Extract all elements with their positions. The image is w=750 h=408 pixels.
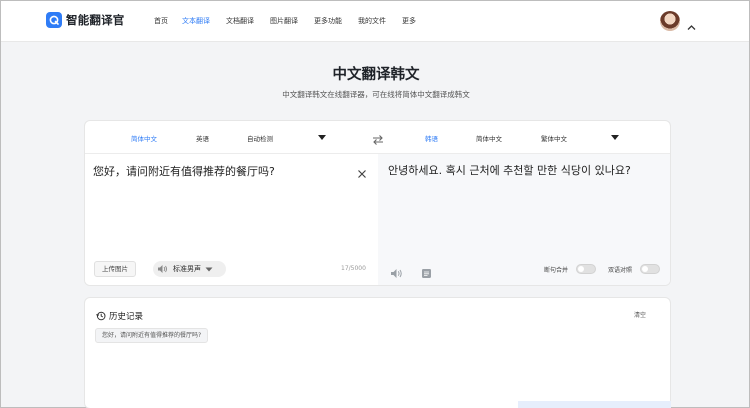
target-lang-simplified-chinese[interactable]: 简体中文 [476, 133, 502, 143]
source-lang-simplified-chinese[interactable]: 简体中文 [131, 133, 157, 143]
history-item[interactable]: 您好，请问附近有值得推荐的餐厅吗? [95, 328, 209, 343]
history-panel: 历史记录 清空 您好，请问附近有值得推荐的餐厅吗? [84, 297, 671, 408]
source-text-input[interactable]: 您好，请问附近有值得推荐的餐厅吗? [93, 163, 275, 179]
logo-icon [46, 12, 62, 28]
brand-name: 智能翻译官 [66, 13, 125, 27]
close-icon[interactable] [357, 164, 367, 183]
target-lang-dropdown-icon[interactable] [611, 135, 619, 140]
target-lang-korean[interactable]: 韩语 [425, 133, 438, 143]
source-pane[interactable]: 您好，请问附近有值得推荐的餐厅吗? 上传图片 标准男声 17/5000 [85, 154, 378, 285]
char-count: 17/5000 [341, 265, 366, 272]
copy-icon[interactable] [421, 264, 432, 283]
nav-text-translate[interactable]: 文本翻译 [182, 16, 210, 26]
main-nav: 首页 文本翻译 文档翻译 图片翻译 更多功能 我的文件 更多 [154, 16, 416, 26]
top-navbar: 智能翻译官 首页 文本翻译 文档翻译 图片翻译 更多功能 我的文件 更多 [1, 1, 749, 42]
page-title: 中文翻译韩文 [332, 67, 420, 83]
nav-document-translate[interactable]: 文档翻译 [226, 16, 254, 26]
speaker-icon[interactable] [390, 264, 403, 283]
brand-logo[interactable]: 智能翻译官 [46, 12, 125, 28]
chevron-down-icon [205, 267, 213, 272]
bottom-banner [518, 401, 671, 408]
source-lang-auto-detect[interactable]: 自动检测 [247, 133, 273, 143]
bilingual-toggle[interactable] [640, 264, 660, 274]
clear-history-button[interactable]: 清空 [634, 310, 646, 319]
target-pane: 안녕하세요. 혹시 근처에 추천할 만한 식당이 있나요? 断句合并 双语对照 [378, 154, 670, 285]
nav-image-translate[interactable]: 图片翻译 [270, 16, 298, 26]
history-icon [96, 311, 106, 321]
translation-output: 안녕하세요. 혹시 근처에 추천할 만한 식당이 있나요? [388, 164, 631, 177]
nav-home[interactable]: 首页 [154, 16, 168, 26]
voice-select-label: 标准男声 [173, 265, 201, 273]
chevron-up-icon[interactable] [687, 16, 696, 35]
source-lang-english[interactable]: 英语 [196, 133, 209, 143]
nav-my-files[interactable]: 我的文件 [358, 16, 386, 26]
sentence-merge-toggle[interactable] [576, 264, 596, 274]
language-bar: 简体中文 英语 自动检测 韩语 简体中文 繁体中文 [85, 121, 670, 154]
bilingual-label: 双语对照 [608, 267, 633, 274]
history-header: 历史记录 [96, 310, 143, 322]
upload-image-button[interactable]: 上传图片 [94, 261, 136, 277]
voice-select[interactable]: 标准男声 [153, 261, 226, 277]
nav-more[interactable]: 更多 [402, 16, 416, 26]
nav-more-features[interactable]: 更多功能 [314, 16, 342, 26]
history-title: 历史记录 [109, 312, 144, 322]
swap-languages-icon[interactable] [372, 131, 384, 150]
sentence-merge-label: 断句合并 [544, 267, 569, 274]
speaker-icon [157, 264, 168, 274]
source-lang-dropdown-icon[interactable] [318, 135, 326, 140]
target-lang-traditional-chinese[interactable]: 繁体中文 [541, 133, 567, 143]
page-subtitle: 中文翻译韩文在线翻译器，可在线将简体中文翻译成韩文 [282, 90, 470, 99]
avatar[interactable] [660, 11, 680, 31]
translator-card: 简体中文 英语 自动检测 韩语 简体中文 繁体中文 您好，请问附近有值得推荐的餐… [84, 120, 671, 286]
